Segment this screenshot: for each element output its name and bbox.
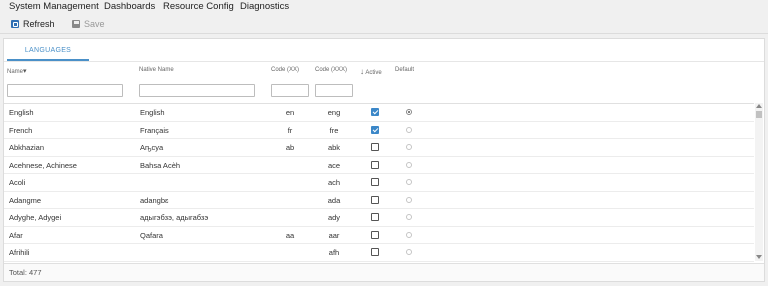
refresh-button[interactable]: Refresh <box>11 17 55 31</box>
column-header-active[interactable]: ↓ Active <box>360 67 382 76</box>
active-checkbox[interactable] <box>371 178 379 186</box>
cell-code-xxx: fre <box>329 125 339 135</box>
cell-code-xxx: ace <box>327 160 341 170</box>
cell-code-xxx: afh <box>328 248 340 257</box>
cell-code-xx <box>275 244 305 261</box>
scroll-thumb[interactable] <box>756 111 762 118</box>
cell-native-name: Bahsa Acèh <box>140 160 181 170</box>
total-count: Total: 477 <box>9 268 42 277</box>
default-radio[interactable] <box>406 249 412 255</box>
filter-code-xx-input[interactable] <box>271 84 309 97</box>
save-label: Save <box>84 19 105 29</box>
cell-code-xxx: ada <box>327 195 341 205</box>
cell-code-xx: en <box>285 108 295 117</box>
column-header-native-name[interactable]: Native Name <box>139 67 174 73</box>
cell-name: Afar <box>9 230 23 240</box>
languages-grid: English English en eng French Français fr fre Ab… <box>4 103 754 262</box>
save-button[interactable]: Save <box>72 17 105 31</box>
cell-name: Acehnese, Achinese <box>9 160 77 170</box>
cell-native-name: адыгэбзэ, адыгабзэ <box>140 213 209 222</box>
cell-code-xxx: eng <box>327 108 341 117</box>
menu-resource-config[interactable]: Resource Config <box>163 0 234 14</box>
cell-name: Adangme <box>9 195 42 205</box>
default-radio[interactable] <box>406 144 412 150</box>
toolbar: Refresh Save <box>0 15 768 34</box>
column-header-code-xxx[interactable]: Code (XXX) <box>315 67 347 73</box>
table-row[interactable]: Afar Qafara aa aar <box>4 227 754 244</box>
default-radio[interactable] <box>406 196 412 203</box>
column-header-active-label: Active <box>365 70 382 76</box>
cell-code-xx: aa <box>285 230 295 240</box>
cell-code-xxx: aar <box>328 230 340 240</box>
active-checkbox[interactable] <box>371 195 379 204</box>
active-checkbox[interactable] <box>371 143 379 151</box>
table-row[interactable]: French Français fr fre <box>4 122 754 139</box>
sort-caret-icon: ▾ <box>23 68 27 75</box>
tab-languages[interactable]: LANGUAGES <box>7 43 89 61</box>
cell-native-name: Qafara <box>140 230 163 240</box>
column-header-name-label: Name <box>7 69 24 75</box>
grid-footer: Total: 477 <box>4 263 764 281</box>
cell-name: Acoli <box>9 178 26 187</box>
scroll-up-icon[interactable] <box>756 104 762 108</box>
cell-code-xx <box>275 209 305 226</box>
cell-code-xx: fr <box>287 125 293 135</box>
cell-native-name: adangbɛ <box>140 195 169 205</box>
column-header-name[interactable]: Name▾ <box>7 67 27 75</box>
menu-bar: System Management Dashboards Resource Co… <box>0 0 768 14</box>
table-row[interactable]: Acehnese, Achinese Bahsa Acèh ace <box>4 157 754 174</box>
table-row[interactable]: Abkhazian Аҧсуа ab abk <box>4 139 754 157</box>
default-radio[interactable] <box>406 179 412 185</box>
default-radio[interactable] <box>406 161 412 168</box>
cell-name: Abkhazian <box>9 143 45 152</box>
sort-arrow-icon: ↓ <box>360 67 364 76</box>
default-radio[interactable] <box>406 231 412 238</box>
table-row[interactable]: Afrihili afh <box>4 244 754 262</box>
scroll-down-icon[interactable] <box>756 255 762 259</box>
cell-name: English <box>9 108 34 117</box>
filter-name-input[interactable] <box>7 84 123 97</box>
tab-divider <box>4 61 764 62</box>
save-icon <box>72 20 80 28</box>
cell-code-xx: ab <box>285 143 295 152</box>
filter-code-xxx-input[interactable] <box>315 84 353 97</box>
grid-scrollbar[interactable] <box>755 103 763 261</box>
column-header-default[interactable]: Default <box>395 67 414 73</box>
cell-name: Afrihili <box>9 248 30 257</box>
menu-dashboards[interactable]: Dashboards <box>104 0 155 14</box>
table-row[interactable]: Adyghe, Adygei адыгэбзэ, адыгабзэ ady <box>4 209 754 227</box>
active-checkbox[interactable] <box>371 248 379 256</box>
cell-code-xxx: ady <box>327 213 341 222</box>
cell-code-xxx: ach <box>327 178 341 187</box>
cell-name: French <box>9 125 33 135</box>
active-checkbox[interactable] <box>371 125 379 134</box>
table-row[interactable]: English English en eng <box>4 104 754 122</box>
cell-native-name: English <box>140 108 165 117</box>
default-radio[interactable] <box>406 126 412 133</box>
active-checkbox[interactable] <box>371 108 379 116</box>
cell-name: Adyghe, Adygei <box>9 213 62 222</box>
table-row[interactable]: Adangme adangbɛ ada <box>4 192 754 209</box>
refresh-label: Refresh <box>23 19 55 29</box>
active-checkbox[interactable] <box>371 213 379 221</box>
menu-system-management[interactable]: System Management <box>9 0 99 14</box>
active-checkbox[interactable] <box>371 160 379 169</box>
active-checkbox[interactable] <box>371 230 379 239</box>
refresh-icon <box>11 20 19 28</box>
menu-diagnostics[interactable]: Diagnostics <box>240 0 289 14</box>
cell-native-name: Аҧсуа <box>140 143 164 152</box>
default-radio[interactable] <box>406 109 412 115</box>
filter-native-name-input[interactable] <box>139 84 255 97</box>
table-row[interactable]: Acoli ach <box>4 174 754 192</box>
cell-code-xxx: abk <box>327 143 341 152</box>
column-header-code-xx[interactable]: Code (XX) <box>271 67 299 73</box>
cell-code-xx <box>275 157 305 174</box>
cell-code-xx <box>275 174 305 191</box>
cell-code-xx <box>275 192 305 209</box>
default-radio[interactable] <box>406 214 412 220</box>
cell-native-name: Français <box>140 125 169 135</box>
languages-panel: LANGUAGES Name▾ Native Name Code (XX) Co… <box>3 38 765 282</box>
